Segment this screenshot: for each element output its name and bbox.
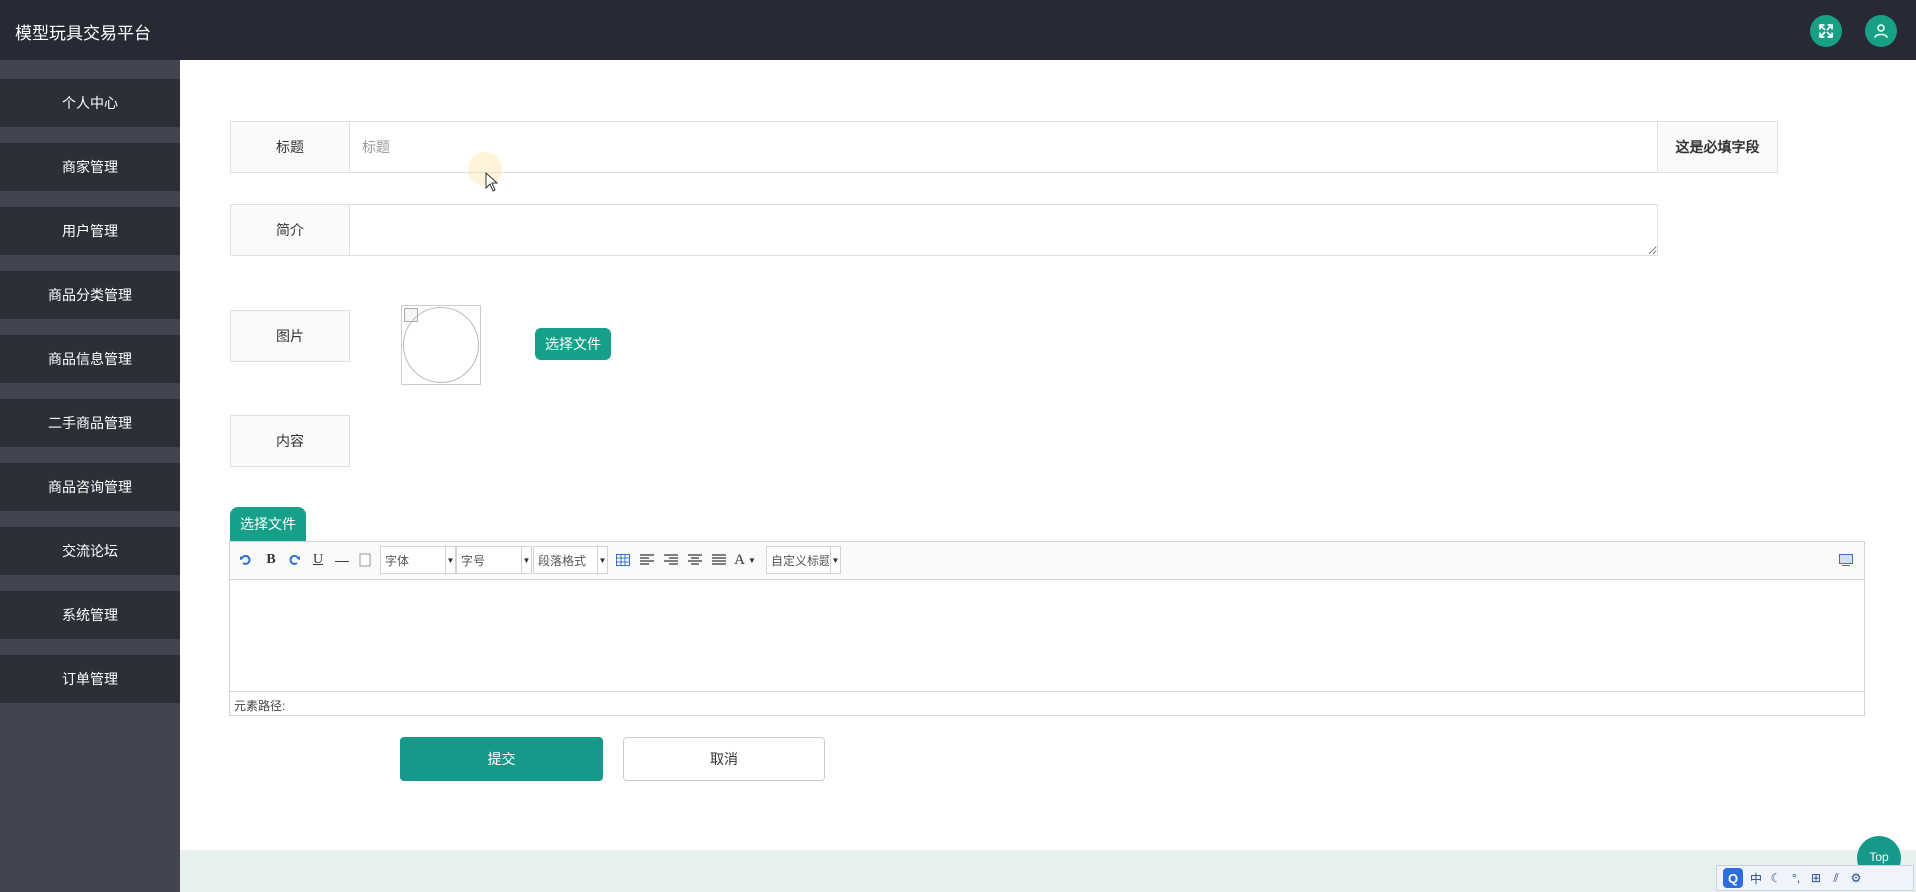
ime-logo-icon[interactable]: Q — [1723, 868, 1743, 888]
font-family-value: 字体 — [385, 553, 410, 568]
sidebar-item-user-management[interactable]: 用户管理 — [0, 207, 180, 255]
sidebar-item-forum[interactable]: 交流论坛 — [0, 527, 180, 575]
dropdown-arrow-icon: ▼ — [597, 547, 607, 573]
bold-button[interactable]: B — [261, 550, 281, 570]
sidebar-item-category-management[interactable]: 商品分类管理 — [0, 271, 180, 319]
page-icon[interactable] — [355, 550, 375, 570]
top-header: 模型玩具交易平台 — [0, 0, 1916, 60]
summary-textarea[interactable] — [349, 204, 1658, 256]
sidebar-item-merchant-management[interactable]: 商家管理 — [0, 143, 180, 191]
preview-icon[interactable] — [1836, 550, 1856, 570]
ime-chinese-mode[interactable]: 中 — [1749, 869, 1763, 887]
dropdown-arrow-icon: ▼ — [521, 547, 531, 573]
dropdown-arrow-icon: ▼ — [830, 547, 840, 573]
custom-title-value: 自定义标题 — [771, 553, 829, 568]
font-color-button[interactable]: A ▼ — [734, 550, 756, 570]
undo-icon[interactable] — [236, 550, 256, 570]
user-menu-button[interactable] — [1865, 15, 1897, 47]
dropdown-arrow-icon: ▼ — [445, 547, 455, 573]
editor-content-area[interactable] — [230, 580, 1864, 692]
editor-toolbar: B U — 字体 ▼ 字号 ▼ 段落格式 ▼ A ▼ 自定义标题 ▼ — [230, 542, 1864, 580]
horizontal-rule-button[interactable]: — — [332, 550, 352, 570]
main-panel — [180, 60, 1916, 850]
font-size-value: 字号 — [461, 553, 486, 568]
ime-voice-icon[interactable]: ⫽ — [1829, 869, 1843, 887]
justify-icon[interactable] — [709, 550, 729, 570]
footer-strip — [180, 850, 1916, 892]
rich-text-editor[interactable]: B U — 字体 ▼ 字号 ▼ 段落格式 ▼ A ▼ 自定义标题 ▼ 元素路径: — [229, 541, 1865, 716]
image-label: 图片 — [230, 310, 350, 362]
content-label: 内容 — [230, 415, 350, 467]
sidebar-item-system-management[interactable]: 系统管理 — [0, 591, 180, 639]
submit-button[interactable]: 提交 — [400, 737, 603, 781]
sidebar-item-product-info-management[interactable]: 商品信息管理 — [0, 335, 180, 383]
dropdown-arrow-icon: ▼ — [747, 555, 756, 565]
font-color-label: A — [734, 551, 745, 568]
image-choose-file-button[interactable]: 选择文件 — [535, 328, 611, 360]
align-left-icon[interactable] — [637, 550, 657, 570]
ime-settings-icon[interactable]: ⚙ — [1849, 869, 1863, 887]
table-icon[interactable] — [613, 550, 633, 570]
redo-icon[interactable] — [284, 550, 304, 570]
content-choose-file-button[interactable]: 选择文件 — [230, 507, 306, 541]
sidebar-item-consultation-management[interactable]: 商品咨询管理 — [0, 463, 180, 511]
sidebar-item-personal-center[interactable]: 个人中心 — [0, 79, 180, 127]
summary-label: 简介 — [230, 204, 350, 256]
paragraph-format-select[interactable]: 段落格式 ▼ — [533, 546, 608, 574]
expand-icon — [1819, 24, 1833, 38]
mouse-cursor-icon — [485, 172, 499, 192]
font-family-select[interactable]: 字体 ▼ — [380, 546, 456, 574]
title-label: 标题 — [230, 121, 350, 173]
ime-moon-icon[interactable]: ☾ — [1769, 869, 1783, 887]
underline-button[interactable]: U — [308, 550, 328, 570]
font-size-select[interactable]: 字号 ▼ — [456, 546, 532, 574]
user-icon — [1874, 24, 1888, 38]
ime-punctuation[interactable]: °, — [1789, 869, 1803, 887]
required-hint: 这是必填字段 — [1657, 121, 1778, 173]
ime-toolbar: Q 中 ☾ °, ⊞ ⫽ ⚙ — [1716, 865, 1914, 891]
ime-keyboard-icon[interactable]: ⊞ — [1809, 869, 1823, 887]
sidebar: 个人中心 商家管理 用户管理 商品分类管理 商品信息管理 二手商品管理 商品咨询… — [0, 60, 180, 892]
title-input[interactable] — [349, 121, 1658, 173]
image-preview — [401, 305, 481, 385]
sidebar-item-secondhand-management[interactable]: 二手商品管理 — [0, 399, 180, 447]
align-center-icon[interactable] — [685, 550, 705, 570]
element-path-status: 元素路径: — [230, 691, 1864, 715]
cancel-button[interactable]: 取消 — [623, 737, 825, 781]
image-placeholder-circle — [403, 307, 479, 383]
custom-title-select[interactable]: 自定义标题 ▼ — [766, 546, 841, 574]
sidebar-item-order-management[interactable]: 订单管理 — [0, 655, 180, 703]
paragraph-format-value: 段落格式 — [538, 553, 587, 568]
fullscreen-button[interactable] — [1810, 15, 1842, 47]
align-right-icon[interactable] — [661, 550, 681, 570]
app-title: 模型玩具交易平台 — [15, 24, 151, 43]
